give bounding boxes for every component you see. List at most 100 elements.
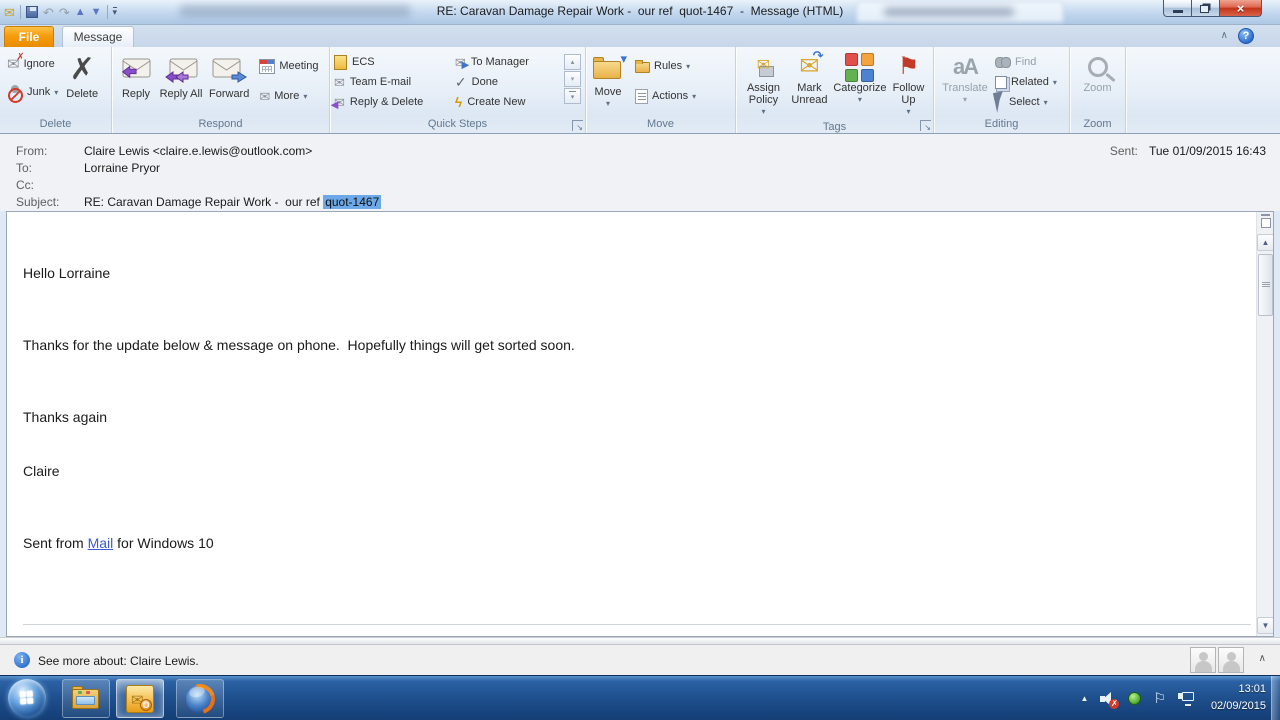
follow-up-flag-icon: ⚑ — [897, 53, 920, 80]
reply-icon — [121, 58, 151, 79]
quick-step-to-manager[interactable]: ✉ ► To Manager — [455, 52, 558, 72]
taskbar-firefox-button[interactable] — [176, 679, 224, 718]
show-hidden-icons-button[interactable]: ▲ — [1081, 694, 1089, 703]
ignore-label: Ignore — [23, 58, 55, 70]
explorer-icon — [71, 685, 101, 711]
message-body-content: Hello Lorraine Thanks for the update bel… — [7, 212, 1255, 636]
quick-steps-more-button[interactable]: ▾ — [564, 88, 581, 104]
mark-unread-button[interactable]: ✉ ↷ Mark Unread — [787, 49, 832, 120]
actions-button[interactable]: Actions ▾ — [632, 86, 699, 106]
reply-label: Reply — [121, 88, 151, 100]
move-icon: ▾ — [593, 52, 627, 81]
scroll-down-button[interactable]: ▼ — [1257, 617, 1273, 634]
related-button[interactable]: Related ▾ — [992, 72, 1060, 92]
tab-message-label: Message — [73, 30, 123, 44]
close-button[interactable]: × — [1219, 0, 1262, 17]
tab-file[interactable]: File — [4, 26, 54, 47]
categorize-button[interactable]: Categorize ▾ — [832, 50, 888, 120]
start-button[interactable] — [8, 679, 46, 717]
meeting-label: Meeting — [279, 60, 319, 72]
dropdown-caret-icon: ▾ — [1052, 77, 1057, 87]
blurred-region — [180, 5, 410, 17]
taskbar-explorer-button[interactable] — [62, 679, 110, 718]
junk-button[interactable]: Junk ▾ — [4, 82, 61, 103]
status-green-icon[interactable] — [1128, 692, 1142, 705]
create-new-icon: ϟ — [454, 94, 463, 110]
tags-dialog-launcher[interactable]: ↘ — [920, 120, 931, 132]
volume-muted-icon[interactable]: ✗ — [1100, 691, 1120, 709]
meeting-button[interactable]: Meeting — [256, 56, 321, 76]
message-body[interactable]: Hello Lorraine Thanks for the update bel… — [6, 211, 1274, 637]
network-icon[interactable] — [1178, 691, 1194, 706]
translate-icon: aA — [952, 54, 979, 79]
to-manager-icon: ✉ ► — [454, 54, 472, 72]
assign-policy-button[interactable]: ✉ Assign Policy ▾ — [740, 50, 787, 120]
avatar[interactable] — [1218, 647, 1244, 673]
minimize-button[interactable] — [1163, 0, 1192, 17]
mark-unread-label: Mark Unread — [791, 82, 828, 106]
subject-label: Subject: — [16, 195, 60, 209]
see-more-text: See more about: Claire Lewis. — [38, 654, 199, 668]
people-pane: i See more about: Claire Lewis. ∧ — [0, 645, 1280, 675]
tab-message[interactable]: Message — [62, 26, 134, 47]
follow-up-button[interactable]: ⚑ Follow Up ▾ — [888, 50, 929, 120]
ribbon-group-editing: aA Translate ▾ Find Related ▾ Select ▾ E… — [934, 47, 1070, 133]
mail-link[interactable]: Mail — [88, 535, 114, 551]
ribbon-group-quick-steps: ECS ✉ Team E-mail ✉ ◄ Reply & Delete ✉ ► T… — [328, 47, 586, 133]
close-icon: × — [1236, 0, 1245, 16]
scrollbar-header-icon[interactable] — [1259, 214, 1272, 230]
cc-row: Cc: — [16, 178, 84, 192]
ribbon-group-zoom: Zoom Zoom — [1070, 47, 1126, 133]
people-pane-splitter[interactable] — [0, 637, 1280, 645]
rules-button[interactable]: Rules ▾ — [632, 56, 699, 76]
find-button[interactable]: Find — [992, 52, 1060, 72]
quick-steps-scroll-down[interactable]: ▾ — [564, 71, 581, 87]
quick-step-ecs[interactable]: ECS — [334, 52, 455, 72]
translate-label: Translate — [942, 82, 988, 94]
quick-steps-scroll-up[interactable]: ▴ — [564, 54, 581, 70]
categorize-icon — [845, 52, 875, 82]
ignore-button[interactable]: ✉ ✗ Ignore — [4, 52, 61, 74]
quick-steps-dialog-launcher[interactable]: ↘ — [572, 120, 583, 132]
reply-all-button[interactable]: Reply All — [156, 50, 206, 117]
windows-logo-icon — [19, 690, 35, 706]
cc-label: Cc: — [16, 178, 34, 192]
scrollbar-thumb[interactable] — [1258, 254, 1273, 316]
restore-icon — [1200, 5, 1209, 13]
taskbar-outlook-button[interactable]: ✉ O — [116, 679, 164, 718]
group-label-zoom: Zoom — [1083, 118, 1112, 130]
help-icon: ? — [1242, 30, 1250, 42]
dropdown-caret-icon: ▾ — [54, 87, 59, 97]
action-center-flag-icon[interactable]: ⚐ — [1153, 690, 1166, 707]
help-button[interactable]: ? — [1238, 28, 1254, 44]
select-button[interactable]: Select ▾ — [992, 91, 1060, 113]
expand-people-pane-icon[interactable]: ∧ — [1259, 653, 1266, 664]
to-label: To: — [16, 161, 33, 175]
delete-button[interactable]: ✗ Delete — [63, 50, 101, 117]
system-tray: ▲ ✗ ⚐ — [1081, 676, 1194, 720]
quick-step-team-email[interactable]: ✉ Team E-mail — [334, 72, 455, 92]
zoom-button[interactable]: Zoom — [1080, 50, 1114, 117]
show-desktop-button[interactable] — [1271, 676, 1280, 720]
scroll-up-button[interactable]: ▲ — [1257, 234, 1273, 251]
vertical-scrollbar[interactable]: ▲ ▼ — [1256, 212, 1273, 636]
avatar[interactable] — [1190, 647, 1216, 673]
rules-label: Rules — [654, 60, 683, 72]
team-email-icon: ✉ — [334, 74, 345, 90]
more-respond-button[interactable]: ✉ More ▾ — [256, 86, 321, 106]
follow-up-label: Follow Up — [892, 82, 925, 106]
select-label: Select — [1009, 96, 1040, 108]
forward-button[interactable]: Forward — [206, 50, 252, 117]
restore-button[interactable] — [1192, 0, 1219, 17]
dropdown-caret-icon: ▾ — [906, 107, 911, 116]
quick-step-create-new[interactable]: ϟ Create New — [455, 92, 558, 112]
taskbar-clock[interactable]: 13:01 02/09/2015 — [1211, 681, 1266, 715]
translate-button[interactable]: aA Translate ▾ — [938, 50, 992, 117]
quick-step-reply-delete[interactable]: ✉ ◄ Reply & Delete — [328, 92, 455, 112]
move-button[interactable]: ▾ Move ▾ — [590, 50, 627, 117]
collapse-ribbon-icon[interactable]: ∧ — [1221, 30, 1228, 41]
reply-button[interactable]: Reply — [116, 50, 156, 117]
forward-icon — [212, 58, 248, 83]
quick-step-done[interactable]: ✓ Done — [455, 72, 558, 92]
group-label-respond: Respond — [198, 118, 243, 130]
